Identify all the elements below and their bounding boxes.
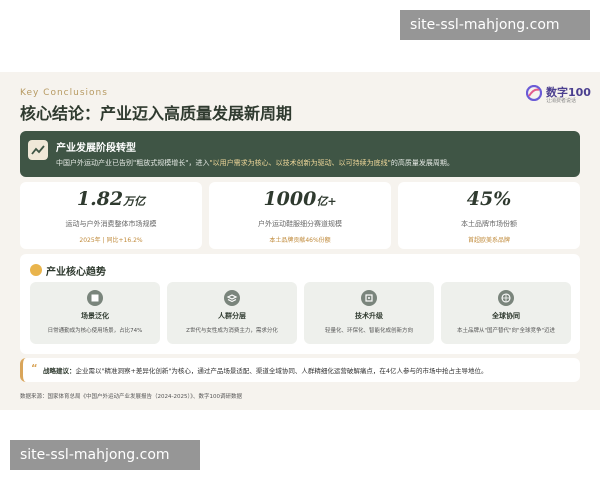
lightbulb-icon <box>30 264 42 276</box>
phase-desc-pre: 中国户外运动产业已告别"粗放式规模增长"，进入 <box>56 159 210 167</box>
trend-description: 轻量化、环保化、智能化成创新方向 <box>324 328 413 334</box>
trend-title: 人群分层 <box>218 312 246 320</box>
stat-note: 首超欧美系品牌 <box>467 237 510 244</box>
stat-card-apparel-segment: 1000亿+ 户外运动鞋服细分赛道规模 本土品牌贡献46%份额 <box>209 182 391 249</box>
trends-title: 产业核心趋势 <box>46 267 106 278</box>
page-title: 核心结论：产业迈入高质量发展新周期 <box>20 104 293 123</box>
phase-banner: 产业发展阶段转型 中国户外运动产业已告别"粗放式规模增长"，进入"以用户需求为核… <box>20 131 580 177</box>
trend-card-scenario: 场景泛化 日常通勤成为核心使用场景，占比74% <box>30 282 160 344</box>
stat-note: 2025年 | 同比+16.2% <box>79 237 143 244</box>
phase-title: 产业发展阶段转型 <box>56 143 136 154</box>
trend-title: 场景泛化 <box>81 312 109 320</box>
trend-description: Z世代与女性成为消费主力，需求分化 <box>186 328 278 334</box>
logo-subtext: 让消费者说话 <box>546 98 577 104</box>
stat-number: 1.82 <box>76 188 124 210</box>
stat-value: 1000亿+ <box>209 188 391 210</box>
trend-description: 本土品牌从"国产替代"向"全球竞争"迈进 <box>456 328 556 334</box>
globe-icon <box>498 290 514 306</box>
phase-desc-highlight: "以用户需求为核心、以技术创新为驱动、以可持续为底线" <box>209 159 391 167</box>
layers-icon <box>224 290 240 306</box>
watermark-bottom: site-ssl-mahjong.com <box>10 440 200 470</box>
stat-number: 1000 <box>263 188 317 210</box>
brand-logo: 数字100 让消费者说话 <box>526 84 591 104</box>
stat-value: 45% <box>398 188 580 210</box>
phase-description: 中国户外运动产业已告别"粗放式规模增长"，进入"以用户需求为核心、以技术创新为驱… <box>56 158 454 168</box>
stat-label: 本土品牌市场份额 <box>461 220 517 228</box>
strategy-callout: “ 战略建议：企业需以"精准洞察+差异化创新"为核心，通过产品场景适配、渠道全域… <box>20 358 580 382</box>
stat-number: 45% <box>466 188 512 210</box>
logo-mark-icon <box>526 85 542 101</box>
trend-card-audience: 人群分层 Z世代与女性成为消费主力，需求分化 <box>167 282 297 344</box>
trends-panel: 产业核心趋势 场景泛化 日常通勤成为核心使用场景，占比74% 人群分层 Z世代与… <box>20 254 580 354</box>
chip-icon <box>361 290 377 306</box>
strategy-label: 战略建议： <box>43 367 76 375</box>
strategy-body: 企业需以"精准洞察+差异化创新"为核心，通过产品场景适配、渠道全域协同、人群精细… <box>75 367 488 375</box>
stat-label: 户外运动鞋服细分赛道规模 <box>258 220 342 228</box>
trend-chart-icon <box>28 140 48 160</box>
trend-title: 技术升级 <box>355 312 383 320</box>
stat-note: 本土品牌贡献46%份额 <box>269 237 331 244</box>
phase-desc-post: 的高质量发展周期。 <box>390 159 454 167</box>
stat-label: 运动与户外消费整体市场规模 <box>65 220 157 228</box>
quote-icon: “ <box>31 363 38 374</box>
trend-title: 全球协同 <box>492 312 520 320</box>
stat-card-market-size: 1.82万亿 运动与户外消费整体市场规模 2025年 | 同比+16.2% <box>20 182 202 249</box>
data-source: 数据来源：国家体育总局《中国户外运动产业发展报告（2024-2025）》、数字1… <box>20 394 242 400</box>
stat-unit: 万亿 <box>123 195 146 208</box>
trend-description: 日常通勤成为核心使用场景，占比74% <box>47 328 143 334</box>
building-icon <box>87 290 103 306</box>
stat-card-local-share: 45% 本土品牌市场份额 首超欧美系品牌 <box>398 182 580 249</box>
trend-card-technology: 技术升级 轻量化、环保化、智能化成创新方向 <box>304 282 434 344</box>
kicker: Key Conclusions <box>20 88 108 98</box>
stat-unit: 亿+ <box>316 195 337 208</box>
trend-card-global: 全球协同 本土品牌从"国产替代"向"全球竞争"迈进 <box>441 282 571 344</box>
stat-value: 1.82万亿 <box>20 188 202 210</box>
watermark-top: site-ssl-mahjong.com <box>400 10 590 40</box>
strategy-text: 战略建议：企业需以"精准洞察+差异化创新"为核心，通过产品场景适配、渠道全域协同… <box>43 365 488 375</box>
slide: Key Conclusions 核心结论：产业迈入高质量发展新周期 数字100 … <box>0 72 600 410</box>
